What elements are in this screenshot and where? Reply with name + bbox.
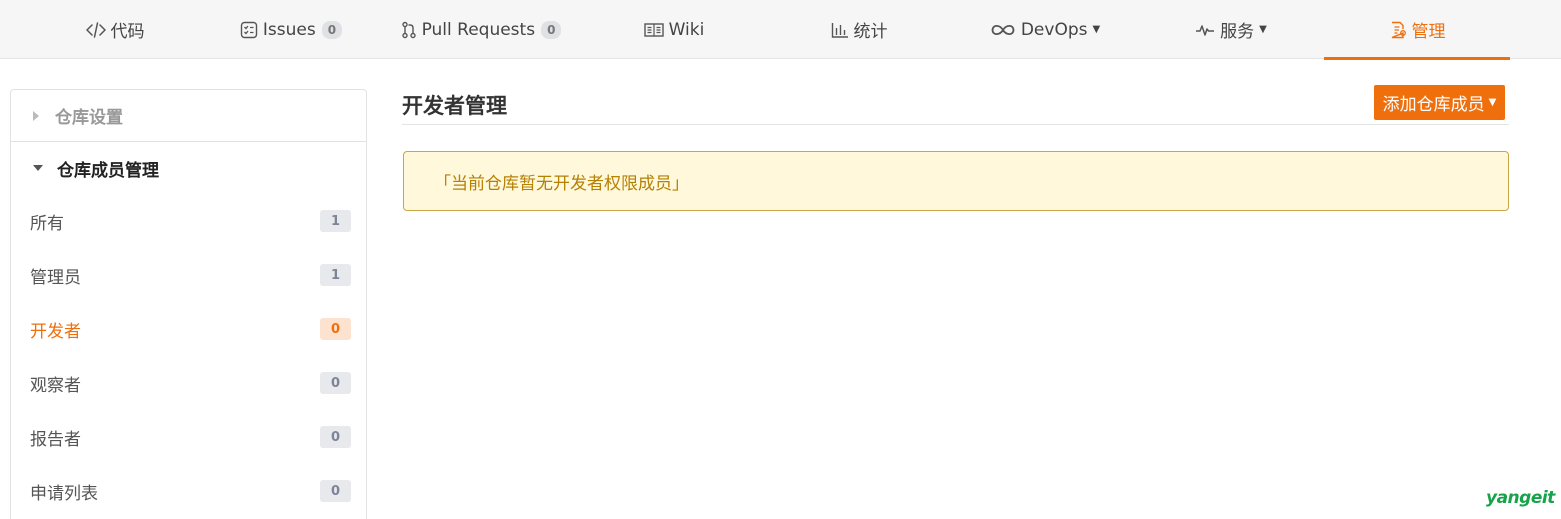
sidebar-section-member-management[interactable]: 仓库成员管理 bbox=[11, 142, 366, 194]
count-badge: 0 bbox=[320, 372, 351, 394]
sidebar-item-label: 申请列表 bbox=[30, 483, 98, 504]
count-badge: 1 bbox=[320, 210, 351, 232]
chevron-down-icon: ▼ bbox=[1488, 97, 1497, 108]
tab-statistics-label: 统计 bbox=[853, 22, 888, 42]
pulse-icon bbox=[1195, 22, 1215, 38]
sidebar-item-admins[interactable]: 管理员 1 bbox=[11, 248, 366, 302]
tab-wiki-label: Wiki bbox=[668, 19, 705, 40]
tab-services-label: 服务 bbox=[1220, 22, 1255, 42]
sidebar-item-reporters[interactable]: 报告者 0 bbox=[11, 410, 366, 464]
count-badge: 0 bbox=[320, 480, 351, 502]
code-icon bbox=[85, 21, 106, 38]
tab-code-label: 代码 bbox=[110, 22, 145, 42]
title-divider bbox=[402, 124, 1509, 125]
tab-pull-requests-label: Pull Requests bbox=[421, 19, 536, 40]
tab-services[interactable]: 服务 ▼ bbox=[1116, 0, 1346, 59]
count-badge: 0 bbox=[320, 426, 351, 448]
sidebar-section-label: 仓库成员管理 bbox=[57, 160, 159, 181]
pull-request-icon bbox=[401, 21, 417, 39]
wiki-book-icon bbox=[643, 22, 664, 38]
sidebar-section-label: 仓库设置 bbox=[55, 108, 123, 128]
caret-right-icon bbox=[33, 110, 39, 121]
sidebar-item-developers[interactable]: 开发者 0 bbox=[11, 302, 366, 356]
manage-doc-icon bbox=[1389, 21, 1407, 39]
sidebar-item-observers[interactable]: 观察者 0 bbox=[11, 356, 366, 410]
devops-caret-icon: ▼ bbox=[1092, 24, 1101, 35]
sidebar-item-label: 观察者 bbox=[30, 375, 81, 396]
sidebar-item-all[interactable]: 所有 1 bbox=[11, 194, 366, 248]
sidebar-item-label: 所有 bbox=[30, 213, 64, 234]
infinity-icon bbox=[990, 23, 1016, 37]
member-role-list: 所有 1 管理员 1 开发者 0 观察者 0 报告者 0 申请列表 0 bbox=[11, 194, 366, 518]
page-title: 开发者管理 bbox=[402, 94, 507, 118]
notice-text: 「当前仓库暂无开发者权限成员」 bbox=[434, 173, 689, 194]
sidebar-item-applications[interactable]: 申请列表 0 bbox=[11, 464, 366, 518]
sidebar-item-label: 开发者 bbox=[30, 321, 81, 342]
settings-sidebar: 仓库设置 仓库成员管理 所有 1 管理员 1 开发者 0 观察者 0 报告者 0… bbox=[10, 89, 367, 519]
issues-icon bbox=[240, 21, 258, 39]
caret-down-icon bbox=[33, 165, 43, 171]
tab-manage[interactable]: 管理 bbox=[1324, 0, 1510, 60]
sidebar-section-repo-settings[interactable]: 仓库设置 bbox=[11, 90, 366, 142]
sidebar-item-label: 管理员 bbox=[30, 267, 81, 288]
tab-manage-label: 管理 bbox=[1411, 22, 1446, 42]
tab-issues-label: Issues bbox=[262, 19, 316, 40]
count-badge: 1 bbox=[320, 264, 351, 286]
add-member-button[interactable]: 添加仓库成员 ▼ bbox=[1374, 85, 1505, 120]
bar-chart-icon bbox=[831, 22, 849, 38]
services-caret-icon: ▼ bbox=[1259, 24, 1267, 35]
sidebar-item-label: 报告者 bbox=[30, 429, 81, 450]
issues-count-badge: 0 bbox=[321, 20, 343, 39]
tab-devops-label: DevOps bbox=[1020, 19, 1088, 40]
empty-members-notice: 「当前仓库暂无开发者权限成员」 bbox=[403, 151, 1509, 211]
add-member-button-label: 添加仓库成员 bbox=[1382, 95, 1485, 115]
watermark-logo: yangeit bbox=[1486, 488, 1555, 508]
repo-nav-bar: 代码 Issues 0 Pull Requests 0 Wiki 统计 DevO… bbox=[0, 0, 1561, 60]
count-badge: 0 bbox=[320, 318, 351, 340]
